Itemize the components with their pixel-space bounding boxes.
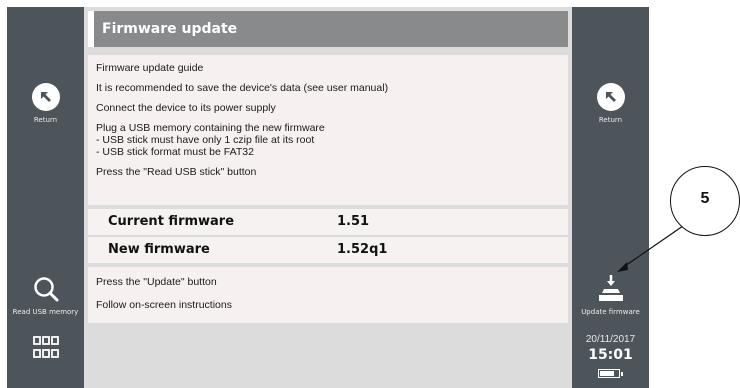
guide-line: Firmware update guide — [96, 62, 204, 74]
update-firmware-label: Update firmware — [581, 308, 640, 316]
battery-icon — [598, 369, 623, 378]
new-firmware-label: New firmware — [108, 242, 210, 257]
right-sidebar: Return Update firmware 20/11/2017 15:01 — [572, 7, 649, 388]
read-usb-label: Read USB memory — [12, 308, 79, 316]
return-arrow-icon — [596, 83, 625, 111]
left-sidebar: Return Read USB memory — [7, 7, 84, 388]
instruction-line: Press the "Update" button — [96, 276, 217, 288]
update-firmware-button[interactable]: Update firmware — [572, 273, 649, 316]
time-display: 15:01 — [588, 347, 633, 363]
title-bar: Firmware update — [88, 11, 568, 47]
main-content: Firmware update Firmware update guide It… — [84, 7, 572, 388]
instructions-panel: Press the "Update" button Follow on-scre… — [88, 267, 568, 323]
callout-number: 5 — [700, 190, 710, 207]
return-button-right[interactable]: Return — [572, 83, 649, 124]
guide-line: It is recommended to save the device's d… — [96, 82, 389, 94]
update-firmware-icon — [596, 273, 626, 303]
return-button-left[interactable]: Return — [7, 83, 84, 124]
battery-level — [600, 371, 614, 376]
grid-menu-icon[interactable] — [33, 335, 59, 361]
current-firmware-value: 1.51 — [337, 214, 370, 229]
device-screen: Return Read USB memory Firmware update F… — [7, 7, 649, 388]
guide-line: Press the "Read USB stick" button — [96, 166, 257, 178]
date-display: 20/11/2017 — [585, 334, 636, 345]
read-usb-button[interactable]: Read USB memory — [7, 275, 84, 316]
guide-line: Connect the device to its power supply — [96, 102, 276, 114]
update-guide-panel: Firmware update guide It is recommended … — [88, 55, 568, 205]
search-icon — [32, 275, 60, 303]
new-firmware-value: 1.52q1 — [337, 242, 388, 257]
page-title: Firmware update — [102, 21, 238, 37]
guide-line: Plug a USB memory containing the new fir… — [96, 122, 325, 134]
current-firmware-row: Current firmware 1.51 — [88, 209, 568, 235]
return-label-left: Return — [33, 116, 58, 124]
return-arrow-icon — [31, 83, 60, 111]
guide-line: - USB stick format must be FAT32 — [96, 146, 254, 158]
instruction-line: Follow on-screen instructions — [96, 299, 232, 311]
return-label-right: Return — [598, 116, 623, 124]
new-firmware-row: New firmware 1.52q1 — [88, 237, 568, 263]
guide-line: - USB stick must have only 1 czip file a… — [96, 134, 315, 146]
current-firmware-label: Current firmware — [108, 214, 235, 229]
callout-marker: 5 — [670, 166, 740, 236]
